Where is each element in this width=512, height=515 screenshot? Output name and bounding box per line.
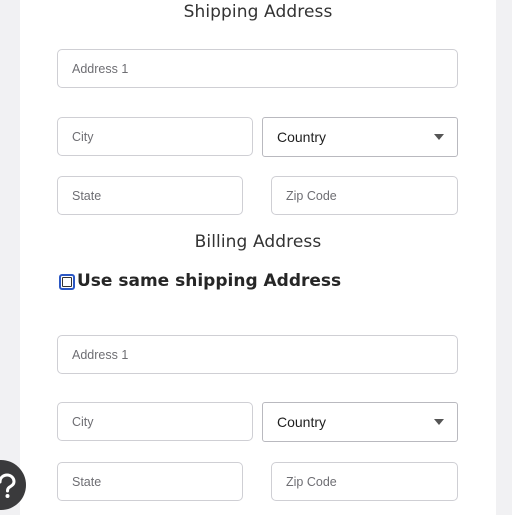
help-icon [0, 473, 16, 498]
billing-zip-field[interactable] [271, 462, 458, 501]
caret-down-icon [434, 134, 444, 140]
billing-address1-input[interactable] [58, 336, 457, 373]
shipping-city-input[interactable] [58, 118, 252, 155]
shipping-city-field[interactable] [57, 117, 253, 156]
billing-city-input[interactable] [58, 403, 252, 440]
shipping-state-field[interactable] [57, 176, 243, 215]
same-shipping-checkbox[interactable] [59, 274, 75, 290]
billing-country-value: Country [277, 414, 327, 430]
billing-city-field[interactable] [57, 402, 253, 441]
shipping-address-heading: Shipping Address [183, 2, 333, 22]
billing-state-field[interactable] [57, 462, 243, 501]
same-shipping-label[interactable]: Use same shipping Address [77, 271, 341, 291]
billing-address-heading: Billing Address [194, 232, 322, 252]
shipping-zip-input[interactable] [272, 177, 457, 214]
shipping-address1-input[interactable] [58, 50, 457, 87]
billing-country-select[interactable]: Country [262, 402, 458, 442]
billing-address1-field[interactable] [57, 335, 458, 374]
caret-down-icon [434, 419, 444, 425]
billing-state-input[interactable] [58, 463, 242, 500]
shipping-country-select[interactable]: Country [262, 117, 458, 157]
shipping-address1-field[interactable] [57, 49, 458, 88]
billing-zip-input[interactable] [272, 463, 457, 500]
shipping-state-input[interactable] [58, 177, 242, 214]
shipping-country-value: Country [277, 129, 327, 145]
shipping-zip-field[interactable] [271, 176, 458, 215]
